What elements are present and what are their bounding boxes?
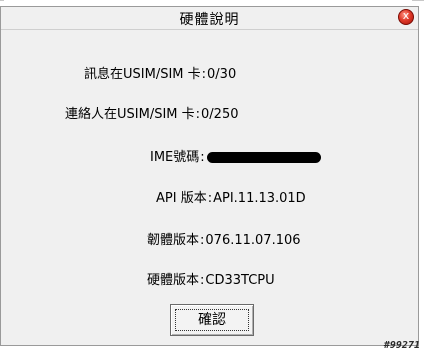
contacts-count-value: 0/250 <box>201 107 239 122</box>
watermark: #99271 <box>383 340 420 351</box>
sms-count-value: 0/30 <box>207 67 237 82</box>
api-version-row: API 版本:API.11.13.01D <box>156 191 306 206</box>
contacts-count-row: 連絡人在USIM/SIM 卡:0/250 <box>65 107 239 122</box>
close-icon: x <box>402 9 410 22</box>
imei-redaction <box>206 152 321 163</box>
firmware-version-row: 韌體版本:076.11.07.106 <box>147 233 301 248</box>
contacts-count-label: 連絡人在USIM/SIM 卡 <box>65 107 195 122</box>
sms-count-label: 訊息在USIM/SIM 卡 <box>84 67 201 82</box>
api-version-value: API.11.13.01D <box>213 191 306 206</box>
dialog-titlebar[interactable]: 硬體說明 x <box>1 7 418 30</box>
hardware-version-value: CD33TCPU <box>205 273 275 288</box>
hardware-info-dialog: 硬體說明 x 訊息在USIM/SIM 卡:0/30 連絡人在USIM/SIM 卡… <box>0 6 419 346</box>
imei-row: IME號碼: <box>150 146 321 165</box>
firmware-version-value: 076.11.07.106 <box>205 233 301 248</box>
ok-button-label: 確認 <box>198 312 226 328</box>
firmware-version-label: 韌體版本 <box>147 233 200 248</box>
imei-label: IME號碼 <box>150 150 200 165</box>
api-version-label: API 版本 <box>156 191 207 206</box>
hardware-version-row: 硬體版本:CD33TCPU <box>147 273 275 288</box>
hardware-version-label: 硬體版本 <box>147 273 200 288</box>
dialog-title: 硬體說明 <box>179 12 240 28</box>
sms-count-row: 訊息在USIM/SIM 卡:0/30 <box>84 67 237 82</box>
background-line <box>0 0 4 1</box>
close-button[interactable]: x <box>398 9 414 25</box>
background-line <box>412 0 424 1</box>
ok-button[interactable]: 確認 <box>170 304 254 336</box>
screen: 硬體說明 x 訊息在USIM/SIM 卡:0/30 連絡人在USIM/SIM 卡… <box>0 0 424 353</box>
